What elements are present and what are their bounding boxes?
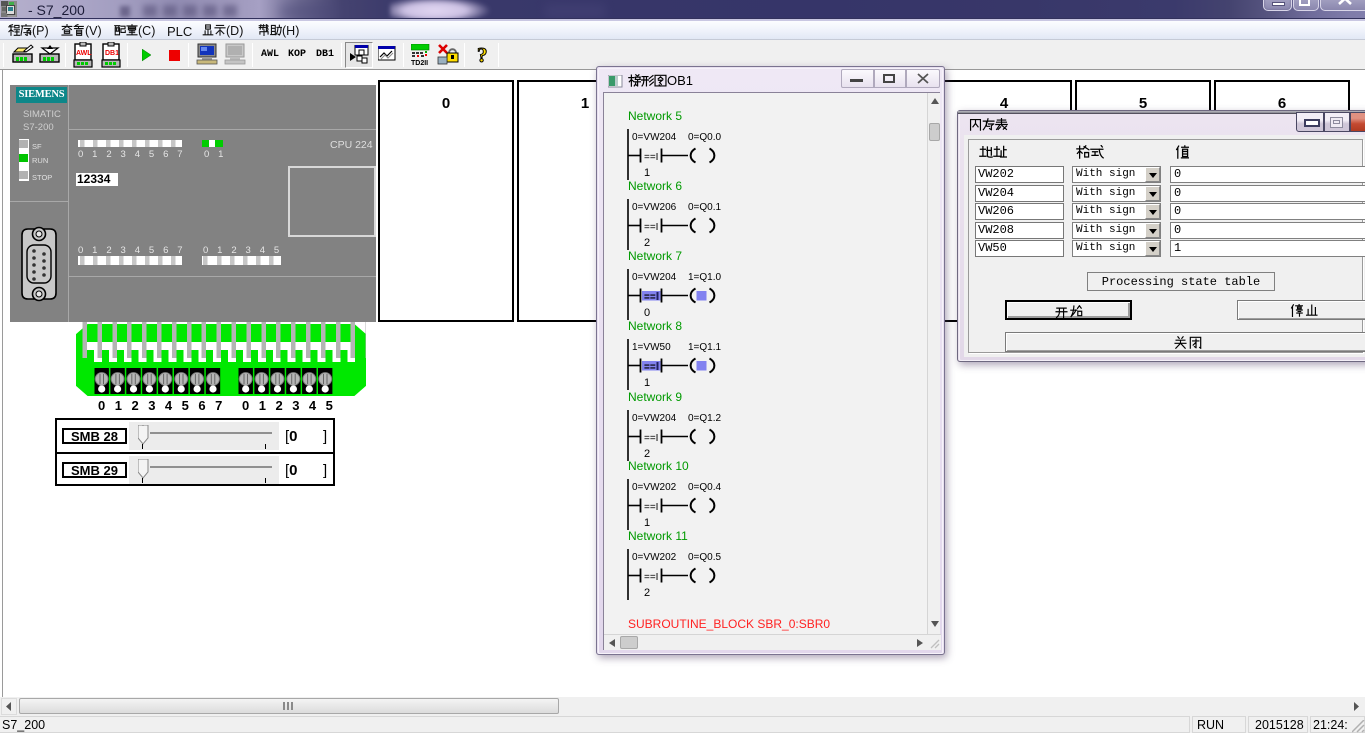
svg-text:0=Q0.4: 0=Q0.4 — [688, 482, 722, 493]
svg-text:0=VW204: 0=VW204 — [632, 272, 677, 283]
svg-text:0=Q1.2: 0=Q1.2 — [688, 413, 722, 424]
svg-text:1=VW50: 1=VW50 — [632, 342, 671, 353]
svg-text:==I: ==I — [644, 572, 658, 583]
svg-text:Network 7: Network 7 — [628, 249, 682, 263]
svg-text:2: 2 — [644, 587, 650, 599]
svg-text:0=Q0.1: 0=Q0.1 — [688, 202, 722, 213]
svg-text:==: == — [644, 292, 656, 303]
svg-text:0: 0 — [644, 307, 650, 319]
svg-text:==I: ==I — [644, 152, 658, 163]
svg-text:AWL: AWL — [76, 50, 92, 57]
svg-text:Network 8: Network 8 — [628, 319, 682, 333]
svg-text:1=Q1.1: 1=Q1.1 — [688, 342, 722, 353]
svg-text:Network 9: Network 9 — [628, 390, 682, 404]
svg-text:0=Q0.0: 0=Q0.0 — [688, 132, 722, 143]
svg-text:DB1: DB1 — [105, 50, 119, 57]
svg-text:TD2II: TD2II — [411, 60, 428, 66]
svg-text:==: == — [644, 362, 656, 373]
svg-text:1=Q1.0: 1=Q1.0 — [688, 272, 722, 283]
svg-text:1: 1 — [644, 517, 650, 529]
svg-text:Network 10: Network 10 — [628, 459, 689, 473]
svg-text:0=VW202: 0=VW202 — [632, 552, 677, 563]
svg-text:1: 1 — [644, 167, 650, 179]
svg-text:1: 1 — [644, 377, 650, 389]
svg-text:0=VW204: 0=VW204 — [632, 132, 677, 143]
svg-text:SUBROUTINE_BLOCK SBR_0:SBR0: SUBROUTINE_BLOCK SBR_0:SBR0 — [628, 617, 830, 631]
svg-text:Network 5: Network 5 — [628, 109, 682, 123]
svg-text:0=VW204: 0=VW204 — [632, 413, 677, 424]
svg-text:==I: ==I — [644, 222, 658, 233]
svg-text:Network 6: Network 6 — [628, 179, 682, 193]
svg-text:==I: ==I — [644, 433, 658, 444]
svg-text:?: ? — [477, 43, 488, 67]
svg-text:0=Q0.5: 0=Q0.5 — [688, 552, 722, 563]
svg-text:==I: ==I — [644, 502, 658, 513]
svg-text:0=VW206: 0=VW206 — [632, 202, 677, 213]
svg-text:Network 11: Network 11 — [628, 529, 688, 543]
svg-text:0=VW202: 0=VW202 — [632, 482, 677, 493]
svg-text:2: 2 — [644, 237, 650, 249]
